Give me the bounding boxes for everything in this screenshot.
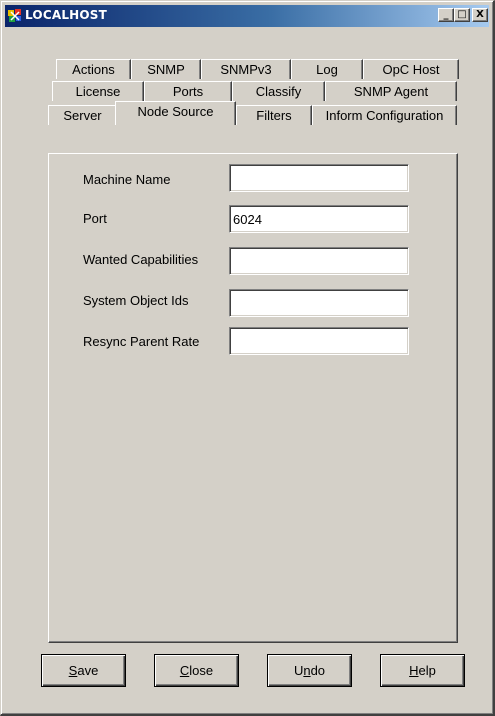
tab-license[interactable]: License bbox=[52, 81, 144, 101]
save-rest: ave bbox=[77, 663, 99, 678]
help-accel: H bbox=[409, 663, 419, 678]
machine-name-input[interactable] bbox=[229, 164, 409, 192]
wanted-capabilities-input[interactable] bbox=[229, 247, 409, 275]
undo-pre: U bbox=[293, 663, 304, 678]
maximize-button[interactable]: □ bbox=[454, 8, 470, 22]
close-rest: lose bbox=[189, 663, 214, 678]
port-input[interactable] bbox=[229, 205, 409, 233]
tab-server[interactable]: Server bbox=[48, 105, 117, 125]
tab-actions[interactable]: Actions bbox=[56, 59, 131, 79]
undo-button[interactable]: Undo bbox=[267, 654, 352, 687]
tab-inform-configuration[interactable]: Inform Configuration bbox=[312, 105, 457, 125]
system-object-ids-label: System Object Ids bbox=[83, 293, 189, 308]
wanted-capabilities-label: Wanted Capabilities bbox=[83, 252, 199, 267]
resync-parent-rate-input[interactable] bbox=[229, 327, 409, 355]
help-button[interactable]: Help bbox=[380, 654, 465, 687]
tab-classify[interactable]: Classify bbox=[232, 81, 325, 101]
tab-opc-host[interactable]: OpC Host bbox=[363, 59, 459, 79]
resync-parent-rate-label: Resync Parent Rate bbox=[83, 334, 200, 349]
tab-filters[interactable]: Filters bbox=[236, 105, 312, 125]
undo-accel: n bbox=[303, 663, 311, 678]
close-button[interactable]: Close bbox=[154, 654, 239, 687]
window-title: LOCALHOST bbox=[25, 8, 108, 22]
tab-snmp-agent[interactable]: SNMP Agent bbox=[325, 81, 457, 101]
save-button[interactable]: Save bbox=[41, 654, 126, 687]
app-window: LOCALHOST _ □ X Actions SNMP SNMPv3 Log … bbox=[0, 0, 495, 716]
title-bar[interactable]: LOCALHOST _ □ X bbox=[5, 5, 489, 27]
tab-snmpv3[interactable]: SNMPv3 bbox=[201, 59, 291, 79]
tab-log[interactable]: Log bbox=[291, 59, 363, 79]
close-window-button[interactable]: X bbox=[472, 8, 488, 22]
minimize-button[interactable]: _ bbox=[438, 8, 454, 22]
tab-node-source[interactable]: Node Source bbox=[115, 101, 236, 125]
tab-snmp[interactable]: SNMP bbox=[131, 59, 201, 79]
close-accel: C bbox=[179, 663, 190, 678]
help-rest: elp bbox=[418, 663, 436, 678]
app-logo-icon bbox=[7, 8, 23, 24]
system-object-ids-input[interactable] bbox=[229, 289, 409, 317]
undo-rest: do bbox=[310, 663, 326, 678]
machine-name-label: Machine Name bbox=[83, 172, 171, 187]
tab-ports[interactable]: Ports bbox=[144, 81, 232, 101]
port-label: Port bbox=[83, 211, 107, 226]
